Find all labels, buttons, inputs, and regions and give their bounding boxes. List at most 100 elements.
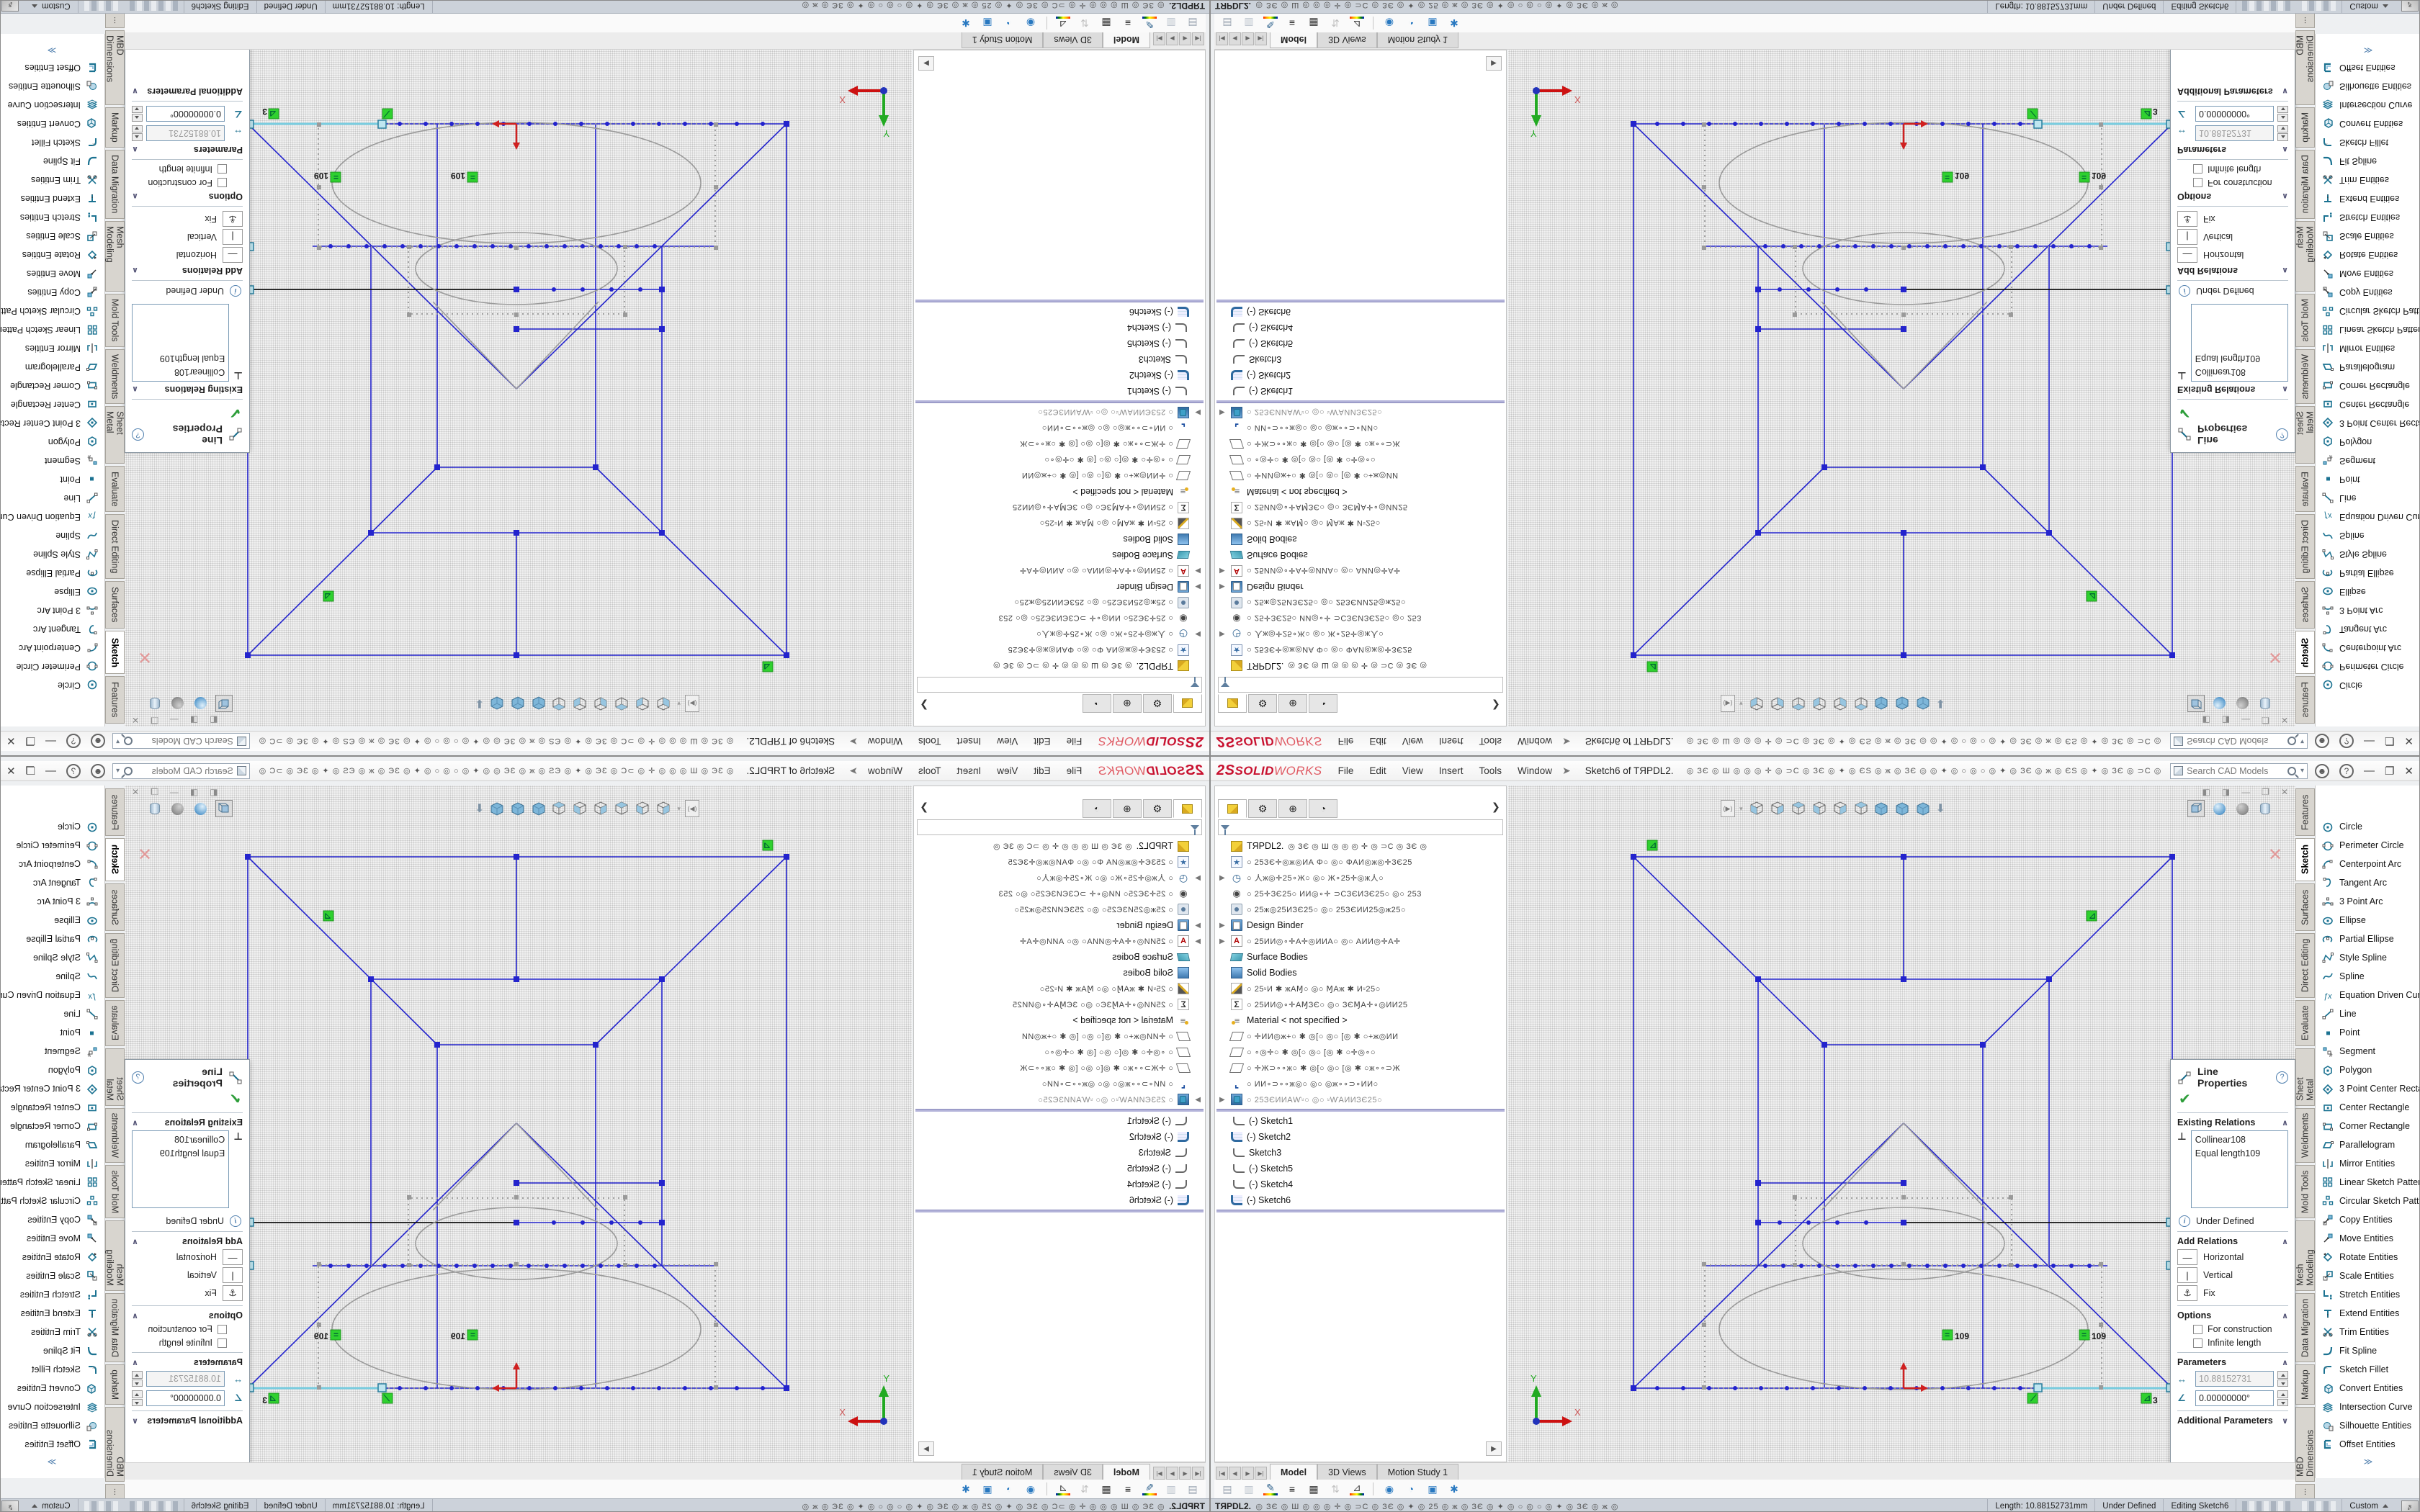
checkbox-infinite-length[interactable] [2193, 1338, 2202, 1348]
tool-mirror-entities[interactable]: Mirror Entities [0, 1154, 104, 1173]
tool-line[interactable]: Line [2316, 489, 2420, 508]
spinner-control[interactable] [2277, 1390, 2288, 1406]
tree-item[interactable]: (-) Sketch5 [914, 336, 1205, 351]
tab-featuremanager[interactable] [1218, 694, 1247, 713]
command-tab-markup[interactable]: Markup [105, 107, 125, 148]
tool-circular-sketch-pattern[interactable]: Circular Sketch Pattern [0, 1192, 104, 1210]
tree-expand-chevron[interactable]: ❯ [1492, 699, 1500, 711]
tool-offset-entities[interactable]: Offset Entities [2316, 58, 2420, 77]
search-input[interactable]: Search CAD Models ▾ [2170, 763, 2308, 779]
command-tab-surfaces[interactable]: Surfaces [105, 581, 125, 629]
expand-arrow-icon[interactable]: ▶ [1219, 874, 1225, 882]
tree-expand-chevron[interactable]: ❯ [920, 801, 928, 813]
checkbox-infinite-length[interactable] [218, 1338, 227, 1348]
doc-tab-model[interactable]: Model [1103, 1464, 1150, 1480]
command-tab-evaluate[interactable]: Evaluate [105, 1000, 125, 1046]
command-tab-direct-editing[interactable]: Direct Editing [105, 514, 125, 579]
tool-sketch-fillet[interactable]: ×Sketch Fillet [0, 1360, 104, 1379]
doc-tab-model[interactable]: Model [1103, 32, 1150, 48]
tool-convert-entities[interactable]: Convert Entities [0, 1379, 104, 1398]
tool-trim-entities[interactable]: Trim Entities [2316, 171, 2420, 189]
help-icon[interactable]: ? [66, 764, 81, 778]
titlebar-quick-tools[interactable]: ◎ ЗЄ ◎ Ш ◎ ◎ ◎ ✛ ◎ ⊃С ◎ ЗЄ ◎ ✦ ◎ ЄЅ ◎ ж … [1687, 737, 2165, 746]
tree-item[interactable]: ▶○ 25ЗЄИИАⱲ⸚○ ◎○ ⸚ⱲАИИЗЄ25○ [1215, 1092, 1506, 1107]
tool-offset-entities[interactable]: Offset Entities [0, 58, 104, 77]
spinner-control[interactable] [2277, 125, 2288, 141]
rollback-bar[interactable] [1216, 400, 1505, 403]
tree-item[interactable]: ▶A○ 25ИИ◎∘✛А✛◎ИИА○ ◎○ АИИ◎✛А✛ [1215, 933, 1506, 949]
command-tab-markup[interactable]: Markup [105, 1364, 125, 1405]
doc-tab-motion-study-1[interactable]: Motion Study 1 [1377, 1464, 1458, 1480]
tool-linear-sketch-pattern[interactable]: Linear Sketch Pattern [0, 1173, 104, 1192]
tab-scroll-button[interactable]: ▶ [1166, 32, 1178, 45]
expand-icon[interactable]: ∨ [2282, 87, 2288, 96]
tool-move-entities[interactable]: Move Entities [0, 1229, 104, 1248]
gear-icon[interactable]: ✱ [959, 17, 973, 30]
tool-spline[interactable]: Spline [0, 967, 104, 986]
command-tab-features[interactable]: Features [105, 788, 125, 836]
tree-item[interactable]: ○ 25⸚И ✱ жАⱮ○ ◎○ ⱮАж ✱ И⸚25○ [1215, 516, 1506, 531]
tool-circular-sketch-pattern[interactable]: Circular Sketch Pattern [2316, 302, 2420, 320]
tree-filter-input[interactable] [917, 819, 1202, 835]
panel-help-icon[interactable]: ? [132, 1071, 144, 1084]
command-tab-mbd-dimensions[interactable]: MBD Dimensions [2295, 1407, 2315, 1482]
magnifier-icon[interactable] [124, 737, 133, 746]
tree-item[interactable]: Solid Bodies [914, 531, 1205, 547]
command-tab-direct-editing[interactable]: Direct Editing [2295, 514, 2315, 579]
relation-item[interactable]: Equal length109 [2195, 1147, 2284, 1161]
more-tools-chevron[interactable]: ≫ [0, 1457, 104, 1467]
pin-icon[interactable]: ➤ [849, 735, 858, 747]
tool-polygon[interactable]: Polygon [2316, 433, 2420, 451]
tool-copy-entities[interactable]: Copy Entities [2316, 1210, 2420, 1229]
grid-icon[interactable]: ▦ [1307, 17, 1321, 30]
tool-stretch-entities[interactable]: Stretch Entities [2316, 1285, 2420, 1304]
tree-item[interactable]: ◉○ 25✛ЗЄ25○ ИИ◎∘✛ ⊃СЗЄИЗЄ25○ ◎○ 253 [914, 886, 1205, 901]
spinner-control[interactable] [132, 106, 143, 122]
tool-parallelogram[interactable]: Parallelogram [0, 358, 104, 377]
menu-file[interactable]: File [1338, 736, 1354, 747]
tree-filter-input[interactable] [917, 677, 1202, 693]
tool-ellipse[interactable]: Ellipse [0, 582, 104, 601]
tree-root[interactable]: TЯPDL2. ◎ ЗЄ ◎ Ш ◎ ◎ ◎ ✛ ◎ ⊃С ◎ ЗЄ ◎ [914, 658, 1205, 674]
collapse-icon[interactable]: ∧ [132, 385, 138, 395]
parameter-input[interactable]: 10.88152731 [2195, 1371, 2274, 1387]
tree-item[interactable]: Sketch3 [914, 351, 1205, 367]
tab-scroll-button[interactable]: |◀ [1192, 1467, 1204, 1480]
tool-trim-entities[interactable]: Trim Entities [2316, 1323, 2420, 1341]
tool-rotate-entities[interactable]: Rotate Entities [0, 1248, 104, 1266]
doc-tab-motion-study-1[interactable]: Motion Study 1 [1377, 32, 1458, 48]
chart-icon[interactable]: ⊿ [1056, 1482, 1070, 1495]
tool-intersection-curve[interactable]: Intersection Curve [2316, 1398, 2420, 1416]
tab-scroll-button[interactable]: ▶| [1255, 1467, 1267, 1480]
tree-item[interactable]: ▶A○ 25ИИ◎∘✛А✛◎ИИА○ ◎○ АИИ◎✛А✛ [914, 933, 1205, 949]
tab-configurationmanager[interactable]: ⊕ [1113, 799, 1142, 818]
motion-tool-icon[interactable]: ◔ [1002, 17, 1016, 30]
expand-arrow-icon[interactable]: ▶ [1219, 631, 1225, 639]
tree-item[interactable]: ★○ 25ЗЄ✛◎ж◎ИА Φ○ ◎○ ΦАИ◎ж◎✛ЗЄ25 [1215, 854, 1506, 870]
tab-nav-buttons[interactable]: |◀◀▶▶| [1216, 1467, 1267, 1480]
tree-item[interactable]: ⌞○ ИИ∘⊃∘∘ж◎○ ◎○ ◎ж∘∘⊃∘ИИ○ [1215, 420, 1506, 436]
tool-stretch-entities[interactable]: Stretch Entities [0, 1285, 104, 1304]
tree-item[interactable]: (-) Sketch2 [914, 1129, 1205, 1145]
tree-item[interactable]: Surface Bodies [1215, 949, 1506, 965]
tool-spline[interactable]: Spline [0, 526, 104, 545]
tool-intersection-curve[interactable]: Intersection Curve [0, 1398, 104, 1416]
tab-scroll-button[interactable]: |◀ [1216, 32, 1228, 45]
tree-item[interactable]: ○ 25ж◎25ИЗЄ25○ ◎○ 25ЗЄИИ25◎ж25○ [1215, 901, 1506, 917]
tree-item[interactable]: ▶A○ 25ИИ◎∘✛А✛◎ИИА○ ◎○ АИИ◎✛А✛ [1215, 563, 1506, 579]
help-icon[interactable]: ? [66, 734, 81, 749]
tree-item[interactable]: ▶Design Binder [1215, 917, 1506, 933]
doc-tab-3d-views[interactable]: 3D Views [1317, 1464, 1377, 1480]
tool-tangent-arc[interactable]: Tangent Arc [2316, 873, 2420, 892]
pin-icon[interactable]: ➤ [1562, 765, 1571, 777]
magnifier-icon[interactable] [2287, 737, 2296, 746]
tool-circular-sketch-pattern[interactable]: Circular Sketch Pattern [2316, 1192, 2420, 1210]
paintbrush-icon[interactable]: ✎ [1263, 17, 1278, 30]
gear-icon[interactable]: ✱ [959, 1482, 973, 1495]
tool-extend-entities[interactable]: Extend Entities [2316, 189, 2420, 208]
minimize-button[interactable]: — [45, 735, 56, 747]
relation-horizontal-button[interactable]: — [2177, 247, 2197, 263]
more-tools-chevron[interactable]: ≫ [0, 45, 104, 55]
tab-propertymanager[interactable]: ⚙ [1248, 799, 1277, 818]
menu-insert[interactable]: Insert [1439, 736, 1464, 747]
